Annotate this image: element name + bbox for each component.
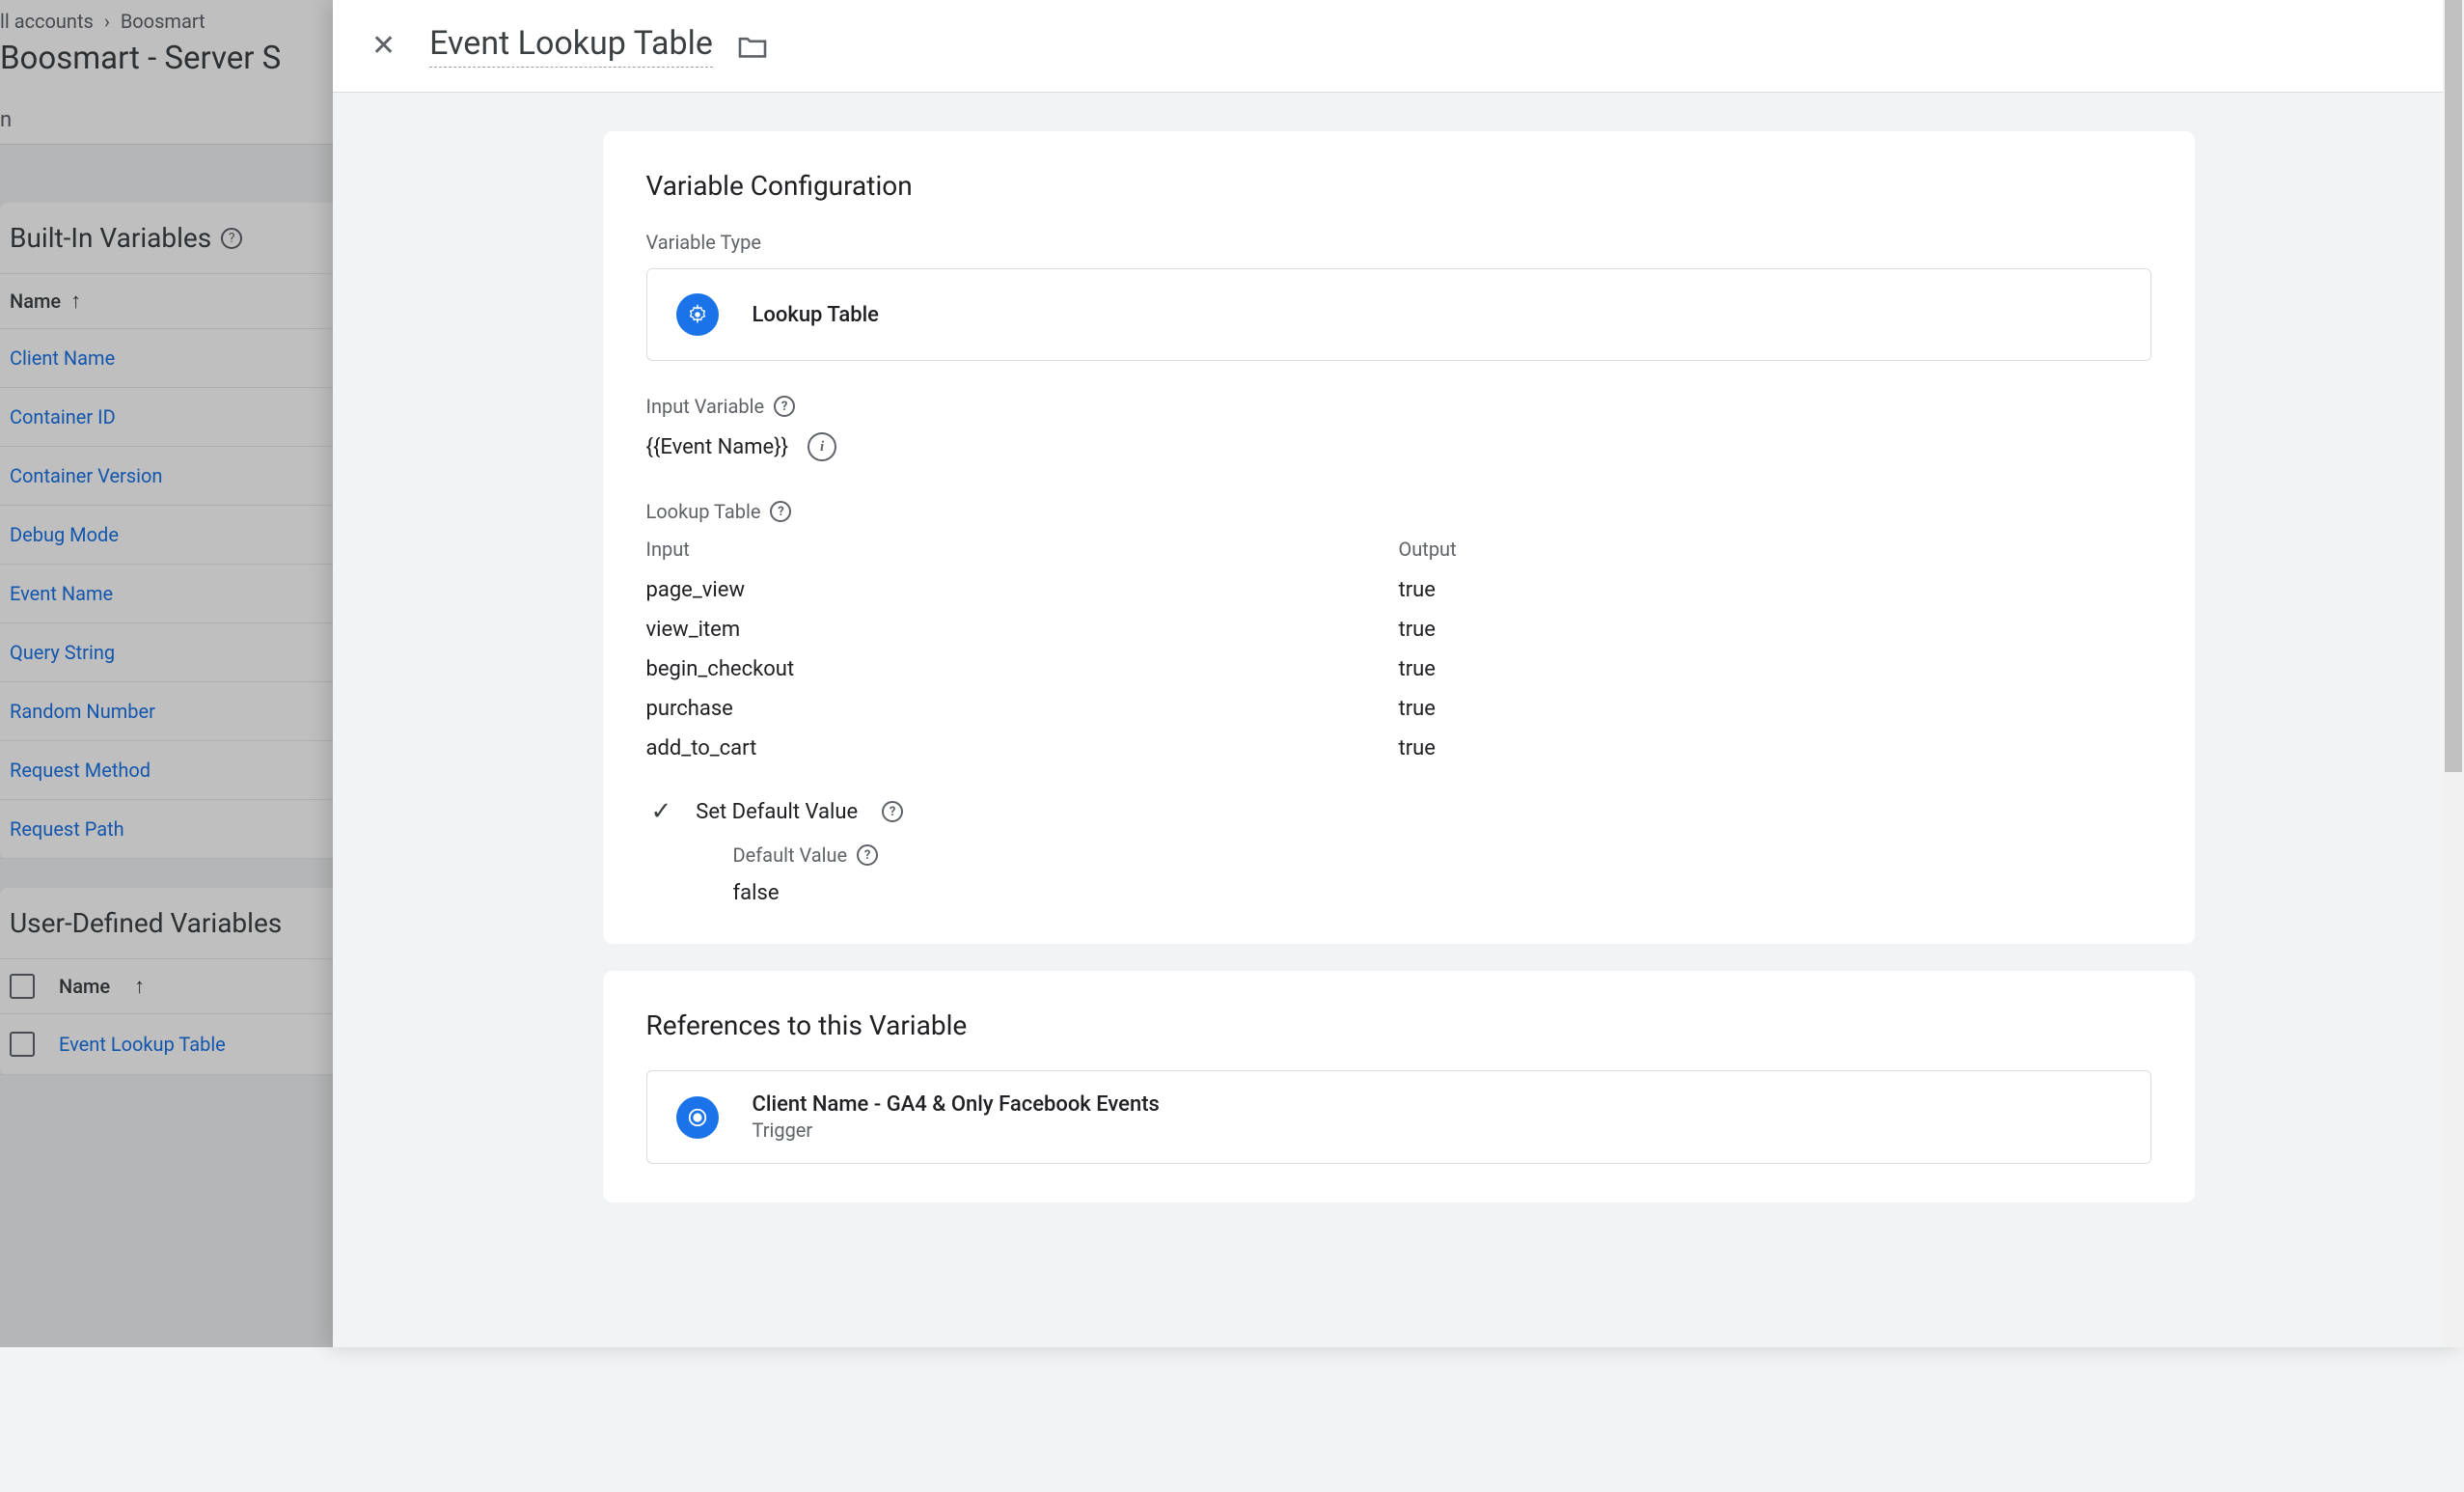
config-title: Variable Configuration (646, 170, 2151, 202)
lookup-output: true (1399, 697, 1436, 721)
set-default-row: ✓ Set Default Value ? (646, 797, 2151, 826)
scrollbar-thumb[interactable] (2445, 0, 2462, 772)
help-icon[interactable]: ? (882, 801, 903, 822)
input-col-header: Input (646, 538, 1399, 561)
lookup-table-grid: Input Output page_view true view_item tr… (646, 538, 2151, 768)
help-icon[interactable]: ? (770, 501, 791, 522)
lookup-input: view_item (646, 618, 1399, 642)
variable-config-card: Variable Configuration Variable Type Loo… (603, 131, 2195, 944)
scrollbar[interactable] (2443, 0, 2464, 1347)
lookup-output: true (1399, 618, 1436, 642)
reference-text: Client Name - GA4 & Only Facebook Events… (753, 1092, 1160, 1142)
gear-icon (676, 293, 719, 336)
variable-name-title[interactable]: Event Lookup Table (429, 24, 713, 68)
reference-type: Trigger (753, 1119, 1160, 1142)
folder-icon[interactable] (737, 34, 768, 59)
panel-body: Variable Configuration Variable Type Loo… (333, 93, 2464, 1347)
lookup-row: purchase true (646, 689, 2151, 729)
output-col-header: Output (1399, 538, 1457, 561)
lookup-output: true (1399, 736, 1436, 760)
lookup-row: begin_checkout true (646, 649, 2151, 689)
input-variable-label: Input Variable ? (646, 395, 2151, 418)
trigger-icon (676, 1096, 719, 1139)
default-value: false (733, 881, 2151, 905)
references-title: References to this Variable (646, 1009, 2151, 1041)
close-icon[interactable]: ✕ (371, 32, 396, 61)
lookup-input: begin_checkout (646, 657, 1399, 681)
help-icon[interactable]: ? (774, 396, 795, 417)
set-default-label: Set Default Value (696, 800, 858, 824)
panel-header: ✕ Event Lookup Table (333, 0, 2464, 93)
lookup-input: page_view (646, 578, 1399, 602)
lookup-label-text: Lookup Table (646, 500, 761, 523)
input-var-label-text: Input Variable (646, 395, 765, 418)
variable-detail-panel: ✕ Event Lookup Table Variable Configurat… (333, 0, 2464, 1347)
lookup-output: true (1399, 657, 1436, 681)
checkmark-icon: ✓ (651, 797, 672, 826)
lookup-input: add_to_cart (646, 736, 1399, 760)
default-value-label: Default Value ? (733, 843, 2151, 867)
lookup-table-label: Lookup Table ? (646, 500, 2151, 523)
reference-name: Client Name - GA4 & Only Facebook Events (753, 1092, 1160, 1117)
panel-content: Variable Configuration Variable Type Loo… (603, 131, 2195, 1309)
variable-type-name: Lookup Table (753, 303, 879, 327)
lookup-row: page_view true (646, 570, 2151, 610)
lookup-row: view_item true (646, 610, 2151, 649)
lookup-input: purchase (646, 697, 1399, 721)
variable-type-selector[interactable]: Lookup Table (646, 268, 2151, 361)
reference-item[interactable]: Client Name - GA4 & Only Facebook Events… (646, 1070, 2151, 1164)
references-card: References to this Variable Client Name … (603, 971, 2195, 1202)
default-value-block: Default Value ? false (646, 843, 2151, 905)
input-variable-value: {{Event Name}} i (646, 432, 2151, 461)
lookup-table-header: Input Output (646, 538, 2151, 561)
lookup-output: true (1399, 578, 1436, 602)
input-var-text: {{Event Name}} (646, 435, 789, 459)
help-icon[interactable]: ? (857, 844, 878, 866)
lookup-row: add_to_cart true (646, 729, 2151, 768)
info-icon[interactable]: i (808, 432, 836, 461)
variable-type-label: Variable Type (646, 231, 2151, 254)
default-value-label-text: Default Value (733, 843, 848, 867)
